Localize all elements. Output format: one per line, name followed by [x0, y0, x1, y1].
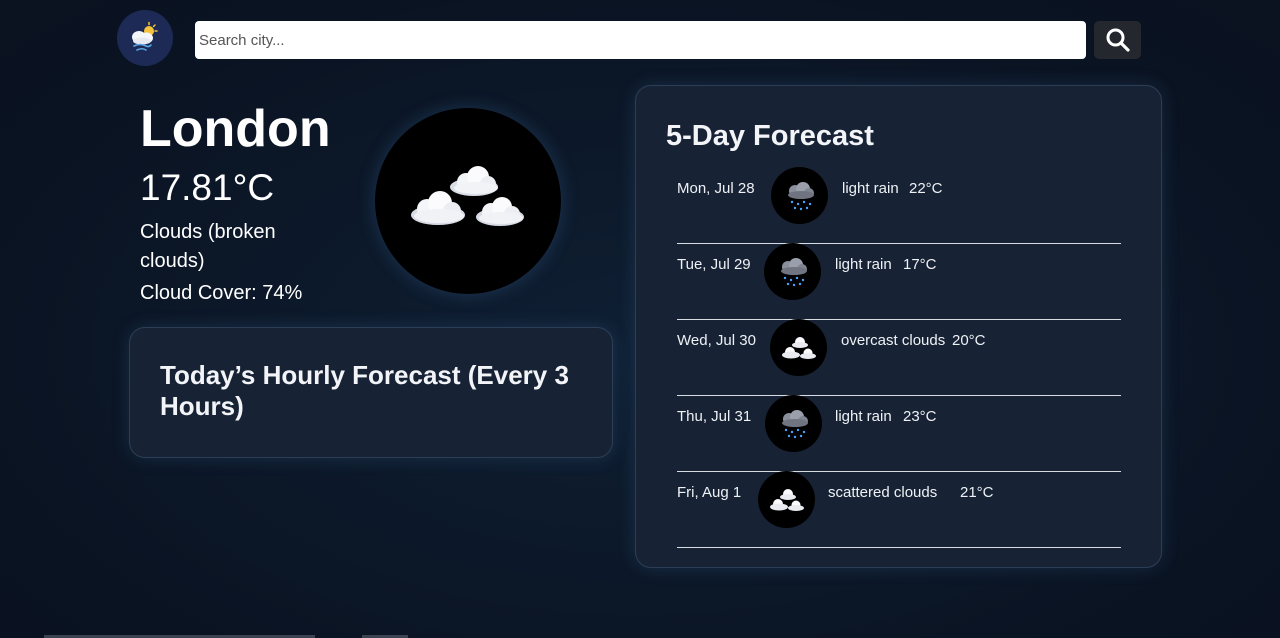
forecast-temperature: 21°C [960, 484, 994, 501]
forecast-temperature: 20°C [952, 332, 986, 349]
five-day-forecast-card: 5-Day Forecast Mon, Jul 28 light rain 22… [635, 85, 1162, 568]
forecast-icon-circle [764, 243, 821, 300]
current-temperature: 17.81°C [140, 167, 275, 208]
forecast-date: Wed, Jul 30 [677, 332, 756, 349]
hourly-forecast-title: Today’s Hourly Forecast (Every 3 Hours) [160, 360, 569, 421]
light-rain-icon [781, 409, 808, 438]
forecast-description: scattered clouds [828, 484, 938, 501]
forecast-icon-circle [771, 167, 828, 224]
light-rain-icon [787, 181, 814, 210]
forecast-icon-circle [765, 395, 822, 452]
forecast-title: 5-Day Forecast [666, 120, 874, 152]
weather-description: Clouds (broken clouds) [140, 221, 276, 272]
city-name: London [140, 100, 331, 158]
app-logo[interactable] [117, 10, 173, 66]
forecast-description: light rain [835, 256, 892, 273]
clouds-icon [769, 488, 804, 511]
forecast-icon-circle [770, 319, 827, 376]
forecast-row: Thu, Jul 31 light rain 23°C [677, 395, 1121, 472]
light-rain-icon [780, 257, 807, 286]
cloud-cover: Cloud Cover: 74% [140, 282, 303, 304]
forecast-temperature: 22°C [909, 180, 943, 197]
forecast-date: Tue, Jul 29 [677, 256, 751, 273]
forecast-row: Wed, Jul 30 overcast clouds 20°C [677, 319, 1121, 396]
forecast-date: Thu, Jul 31 [677, 408, 752, 425]
forecast-date: Fri, Aug 1 [677, 484, 742, 501]
current-weather-icon-circle [375, 108, 561, 294]
forecast-row: Fri, Aug 1 scattered clouds 21°C [677, 471, 1121, 548]
search-input[interactable] [195, 21, 1086, 59]
broken-clouds-icon [411, 166, 524, 226]
clouds-icon [781, 336, 816, 359]
forecast-temperature: 23°C [903, 408, 937, 425]
search-icon [1106, 28, 1130, 52]
forecast-description: light rain [842, 180, 899, 197]
forecast-description: overcast clouds [841, 332, 946, 349]
forecast-row: Mon, Jul 28 light rain 22°C [677, 167, 1121, 244]
forecast-row: Tue, Jul 29 light rain 17°C [677, 243, 1121, 320]
forecast-description: light rain [835, 408, 892, 425]
search-button[interactable] [1094, 21, 1141, 59]
forecast-date: Mon, Jul 28 [677, 180, 755, 197]
weather-logo-icon [132, 21, 158, 51]
hourly-forecast-card: Today’s Hourly Forecast (Every 3 Hours) [129, 327, 613, 458]
forecast-icon-circle [758, 471, 815, 528]
forecast-temperature: 17°C [903, 256, 937, 273]
